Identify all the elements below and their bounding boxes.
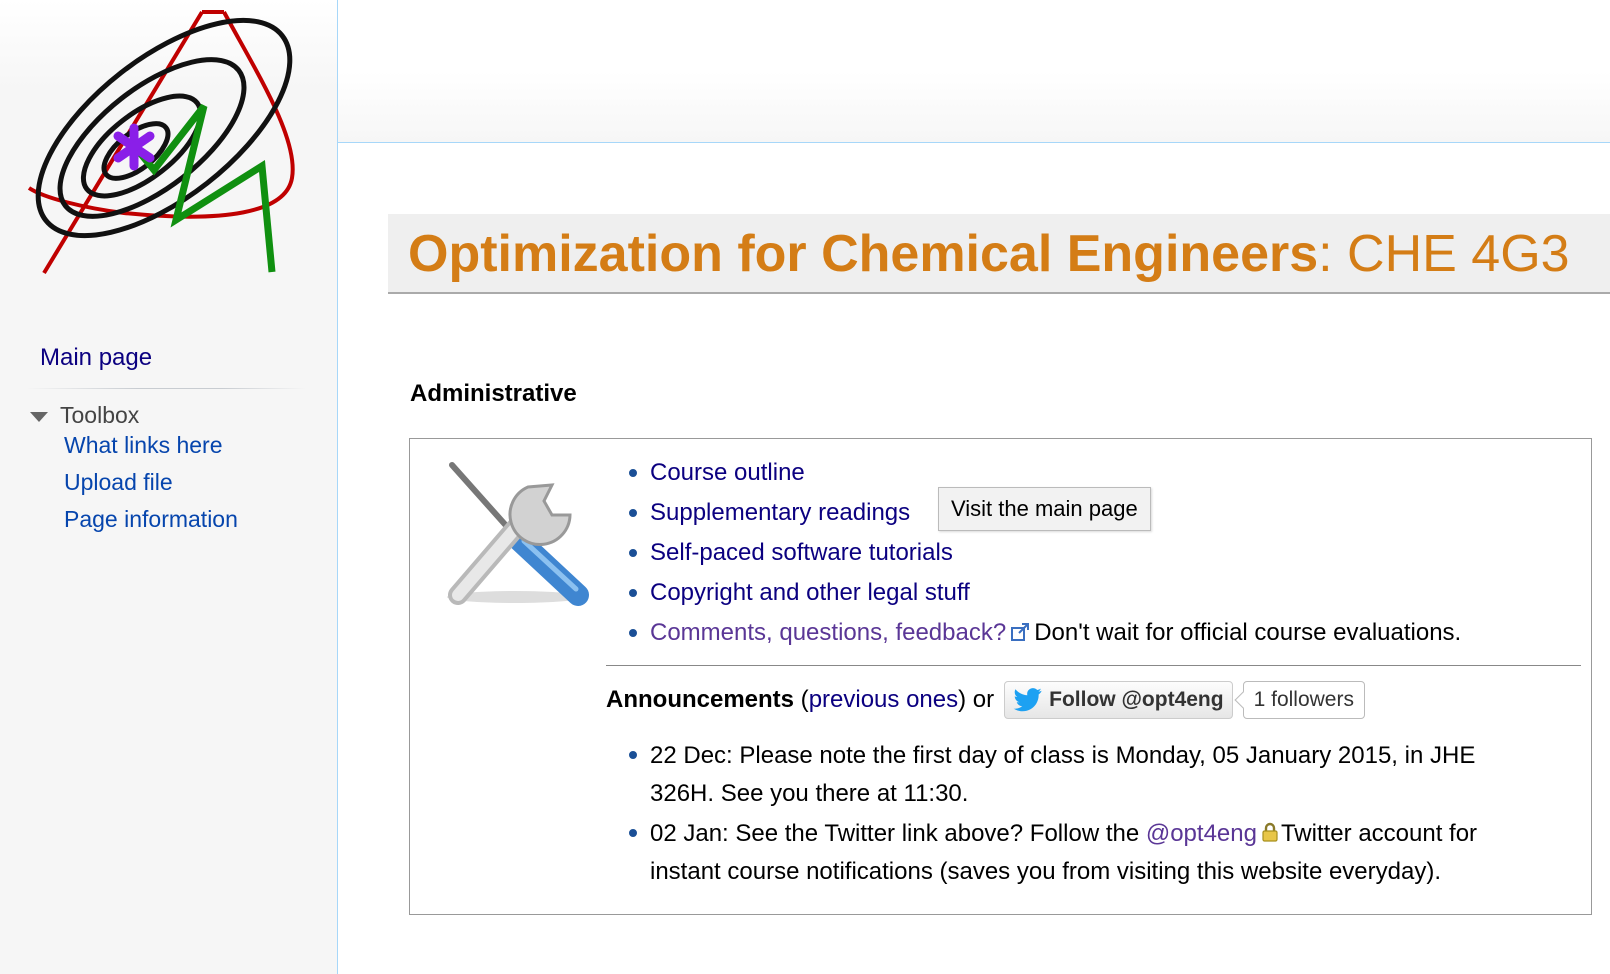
announcements-heading: Announcements (606, 686, 795, 713)
link-previous-announcements[interactable]: previous ones (809, 686, 958, 714)
link-copyright[interactable]: Copyright and other legal stuff (650, 579, 970, 606)
tool-page-information[interactable]: Page information (64, 506, 238, 533)
section-heading-administrative: Administrative (410, 380, 577, 407)
admin-panel: Course outline Supplementary readings Se… (409, 438, 1592, 915)
page-title-code: : CHE 4G3 (1318, 225, 1570, 283)
page-title-box: Optimization for Chemical Engineers: CHE… (388, 214, 1610, 294)
announcement-text: 22 Dec: Please note the first day of cla… (650, 742, 1476, 807)
link-course-outline[interactable]: Course outline (650, 459, 805, 486)
divider (606, 665, 1581, 666)
announcements-list: 22 Dec: Please note the first day of cla… (626, 737, 1546, 893)
announcement-text-before: 02 Jan: See the Twitter link above? Foll… (650, 820, 1146, 847)
feedback-note: Don't wait for official course evaluatio… (1034, 619, 1462, 646)
tool-what-links-here[interactable]: What links here (64, 432, 223, 459)
list-item: 02 Jan: See the Twitter link above? Foll… (626, 815, 1546, 891)
tool-upload-file[interactable]: Upload file (64, 469, 173, 496)
paren-close-or: ) or (958, 686, 995, 713)
sidebar: Main page Toolbox What links here Upload… (0, 0, 338, 974)
link-software-tutorials[interactable]: Self-paced software tutorials (650, 539, 953, 566)
toolbox-label: Toolbox (60, 402, 140, 428)
course-logo[interactable] (24, 8, 304, 283)
paren-open: ( (794, 686, 809, 713)
sidebar-divider (26, 388, 306, 389)
list-item: Self-paced software tutorials (626, 533, 1461, 573)
follow-label: Follow @opt4eng (1049, 688, 1224, 711)
toolbox-toggle[interactable]: Toolbox (30, 402, 139, 429)
list-item: Comments, questions, feedback? Don't wai… (626, 613, 1461, 653)
twitter-follow-button[interactable]: Follow @opt4eng (1004, 681, 1233, 719)
announcements-header: Announcements ( previous ones ) or Follo… (606, 677, 1365, 723)
admin-links-list: Course outline Supplementary readings Se… (626, 453, 1461, 653)
page-title: Optimization for Chemical Engineers: CHE… (408, 224, 1570, 284)
tools-icon (447, 462, 589, 606)
collapse-triangle-icon (30, 411, 48, 422)
lock-icon (1262, 822, 1278, 842)
link-supplementary-readings[interactable]: Supplementary readings (650, 499, 910, 526)
link-opt4eng-twitter[interactable]: @opt4eng (1146, 820, 1257, 847)
twitter-bird-icon (1013, 688, 1042, 712)
nav-main-page[interactable]: Main page (40, 344, 152, 372)
external-link-icon (1011, 623, 1030, 641)
tooltip: Visit the main page (938, 487, 1151, 531)
list-item: Copyright and other legal stuff (626, 573, 1461, 613)
page-title-main: Optimization for Chemical Engineers (408, 225, 1319, 283)
header-bar (338, 0, 1610, 143)
list-item: 22 Dec: Please note the first day of cla… (626, 737, 1546, 813)
followers-count[interactable]: 1 followers (1242, 681, 1365, 719)
link-feedback[interactable]: Comments, questions, feedback? (650, 619, 1006, 646)
